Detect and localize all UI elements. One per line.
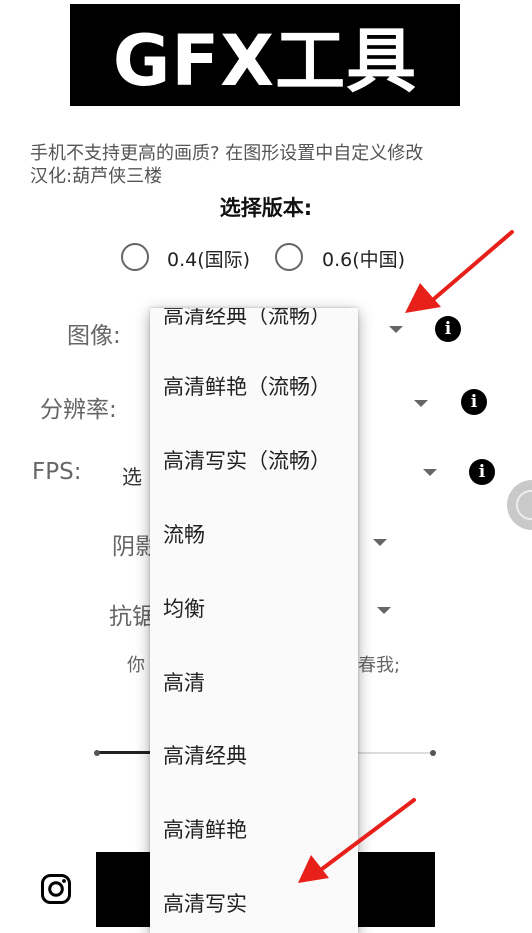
app-banner: GFX工具 (70, 4, 460, 106)
dropdown-option[interactable]: 高清 (163, 667, 205, 697)
fps-select-value[interactable]: 选 (122, 461, 142, 490)
graphics-dropdown-menu[interactable]: 高清经典（流畅） 高清鲜艳（流畅） 高清写实（流畅） 流畅 均衡 高清 高清经典… (150, 308, 358, 933)
antialias-label: 抗锯 (109, 604, 155, 630)
floating-action-icon[interactable] (507, 480, 532, 530)
fps-label: FPS: (32, 459, 82, 485)
dropdown-option[interactable]: 高清鲜艳 (163, 814, 247, 844)
antialias-dropdown-caret-icon[interactable] (377, 607, 391, 614)
resolution-label: 分辨率: (40, 397, 117, 423)
dropdown-option[interactable]: 高清写实 (163, 888, 247, 918)
slider-end-dot[interactable] (430, 750, 436, 756)
graphics-dropdown-caret-icon[interactable] (389, 326, 403, 333)
note-text-right: 春我; (358, 655, 401, 676)
dropdown-option[interactable]: 高清鲜艳（流畅） (163, 371, 331, 401)
dropdown-option[interactable]: 高清写实（流畅） (163, 445, 331, 475)
dropdown-option[interactable]: 均衡 (163, 593, 205, 623)
radio-version-global[interactable] (121, 243, 149, 271)
version-title: 选择版本: (219, 196, 313, 220)
fps-dropdown-caret-icon[interactable] (423, 469, 437, 476)
graphics-label: 图像: (67, 323, 121, 349)
instagram-icon[interactable] (40, 873, 72, 905)
dropdown-option[interactable]: 高清经典（流畅） (163, 308, 331, 330)
radio-version-china[interactable] (275, 243, 303, 271)
dropdown-option[interactable]: 流畅 (163, 519, 205, 549)
slider-start-dot[interactable] (94, 750, 100, 756)
fps-info-icon[interactable]: i (469, 459, 495, 485)
resolution-dropdown-caret-icon[interactable] (414, 400, 428, 407)
app-title: GFX工具 (112, 19, 418, 102)
hint-text-line1: 手机不支持更高的画质? 在图形设置中自定义修改 (30, 143, 424, 164)
dropdown-option[interactable]: 高清经典 (163, 740, 247, 770)
shadow-dropdown-caret-icon[interactable] (373, 539, 387, 546)
note-text-left: 你 (127, 655, 145, 676)
radio-version-global-label[interactable]: 0.4(国际) (167, 245, 250, 272)
hint-text-line2: 汉化:葫芦侠三楼 (30, 166, 163, 187)
graphics-info-icon[interactable]: i (435, 316, 461, 342)
resolution-info-icon[interactable]: i (461, 389, 487, 415)
radio-version-china-label[interactable]: 0.6(中国) (322, 245, 405, 272)
annotation-arrow-icon (405, 230, 514, 313)
